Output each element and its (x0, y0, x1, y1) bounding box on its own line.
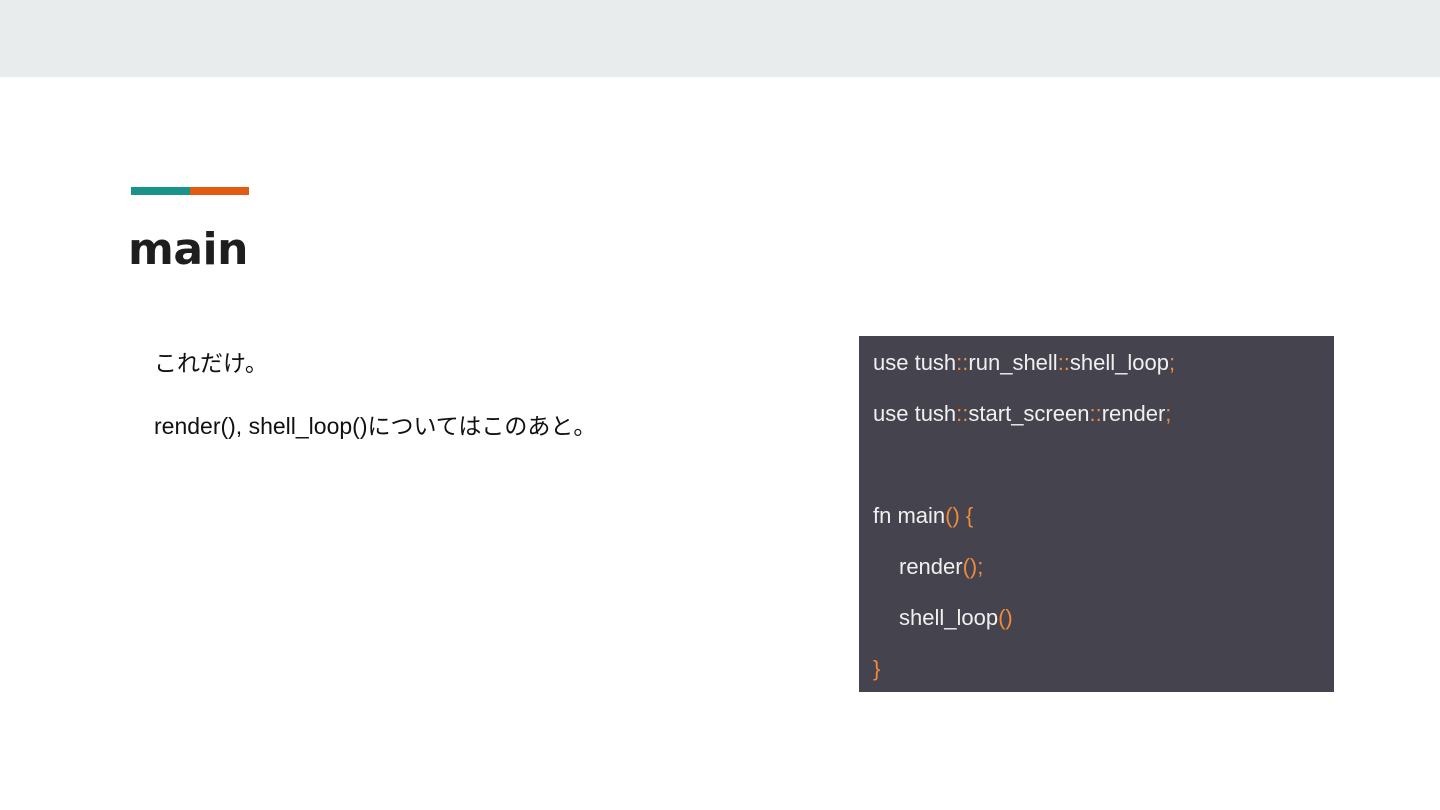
code-line: render(); (873, 547, 1334, 598)
code-token: shell_loop (1069, 350, 1169, 375)
title-accent-bar (131, 187, 249, 195)
slide-title: main (128, 224, 248, 275)
code-line: shell_loop() (873, 598, 1334, 649)
code-punctuation: ; (1165, 401, 1172, 426)
code-punctuation: } (873, 656, 881, 681)
accent-orange-segment (190, 187, 249, 195)
code-punctuation: ; (1169, 350, 1176, 375)
code-punctuation: (); (962, 554, 984, 579)
code-punctuation: () (998, 605, 1013, 630)
code-line: } (873, 649, 1334, 700)
code-punctuation: :: (1089, 401, 1102, 426)
accent-teal-segment (131, 187, 190, 195)
code-punctuation: :: (956, 350, 969, 375)
code-line: use tush::start_screen::render; (873, 394, 1334, 445)
code-token: start_screen (968, 401, 1090, 426)
code-token: run_shell (968, 350, 1058, 375)
code-token: render (1101, 401, 1166, 426)
code-token: use tush (873, 350, 957, 375)
code-punctuation: () { (945, 503, 974, 528)
code-token: render (899, 554, 963, 579)
header-band (0, 0, 1440, 77)
code-line: fn main() { (873, 496, 1334, 547)
body-line: render(), shell_loop()についてはこのあと。 (154, 413, 597, 439)
body-line: これだけ。 (154, 350, 268, 376)
code-line: use tush::run_shell::shell_loop; (873, 343, 1334, 394)
slide-body: これだけ。 render(), shell_loop()についてはこのあと。 (154, 344, 814, 445)
code-token: use tush (873, 401, 957, 426)
code-block: use tush::run_shell::shell_loop; use tush… (859, 336, 1334, 692)
code-token: fn main (873, 503, 946, 528)
code-punctuation: :: (956, 401, 969, 426)
code-punctuation: :: (1057, 350, 1070, 375)
code-token: shell_loop (899, 605, 999, 630)
